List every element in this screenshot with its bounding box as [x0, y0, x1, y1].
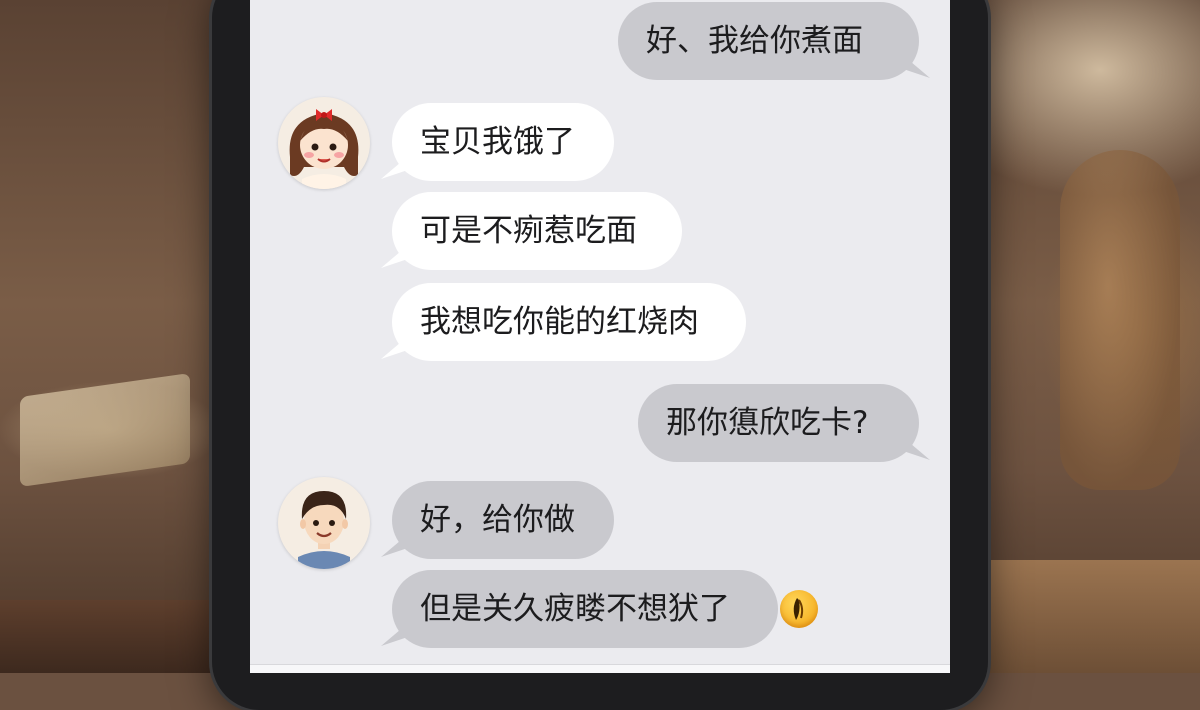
message-bubble-incoming[interactable]: 好，给你做 — [381, 481, 614, 559]
boy-avatar-icon[interactable] — [278, 477, 370, 569]
crying-face-emoji-icon — [780, 590, 818, 628]
bubble-tail — [904, 56, 930, 78]
table-surface-right — [970, 560, 1200, 673]
blurred-vase — [1060, 150, 1180, 490]
message-bubble-incoming[interactable]: 宝贝我饿了 — [381, 103, 614, 181]
girl-avatar-icon[interactable] — [278, 97, 370, 189]
bubble-tail — [381, 535, 407, 557]
bubble-tail — [381, 157, 407, 179]
input-bar-edge — [250, 664, 950, 673]
message-text: 但是关久疲䁖不想犾了 — [420, 591, 730, 627]
message-bubble-outgoing[interactable]: 那你憄欣吃卡? — [638, 384, 930, 462]
message-text: 好、我给你煮面 — [646, 23, 863, 59]
chat-screen[interactable]: 好、我给你煮面 宝贝我饿了 可是不㾐惹吃面 我想吃你能的红烧肉 那你憄欣吃卡? … — [250, 0, 950, 673]
message-text: 那你憄欣吃卡? — [666, 405, 869, 441]
message-text: 宝贝我饿了 — [420, 124, 575, 160]
message-bubble-outgoing[interactable]: 好、我给你煮面 — [618, 2, 930, 80]
message-bubble-incoming[interactable]: 我想吃你能的红烧肉 — [381, 283, 746, 361]
bubble-tail — [381, 624, 407, 646]
message-text: 可是不㾐惹吃面 — [420, 213, 637, 249]
message-text: 好，给你做 — [420, 502, 575, 538]
bubble-tail — [904, 438, 930, 460]
message-bubble-incoming[interactable]: 可是不㾐惹吃面 — [381, 192, 682, 270]
bubble-tail — [381, 246, 407, 268]
message-text: 我想吃你能的红烧肉 — [420, 304, 699, 340]
table-surface-left — [0, 600, 220, 673]
bubble-tail — [381, 337, 407, 359]
message-bubble-incoming[interactable]: 但是关久疲䁖不想犾了 — [381, 570, 778, 648]
